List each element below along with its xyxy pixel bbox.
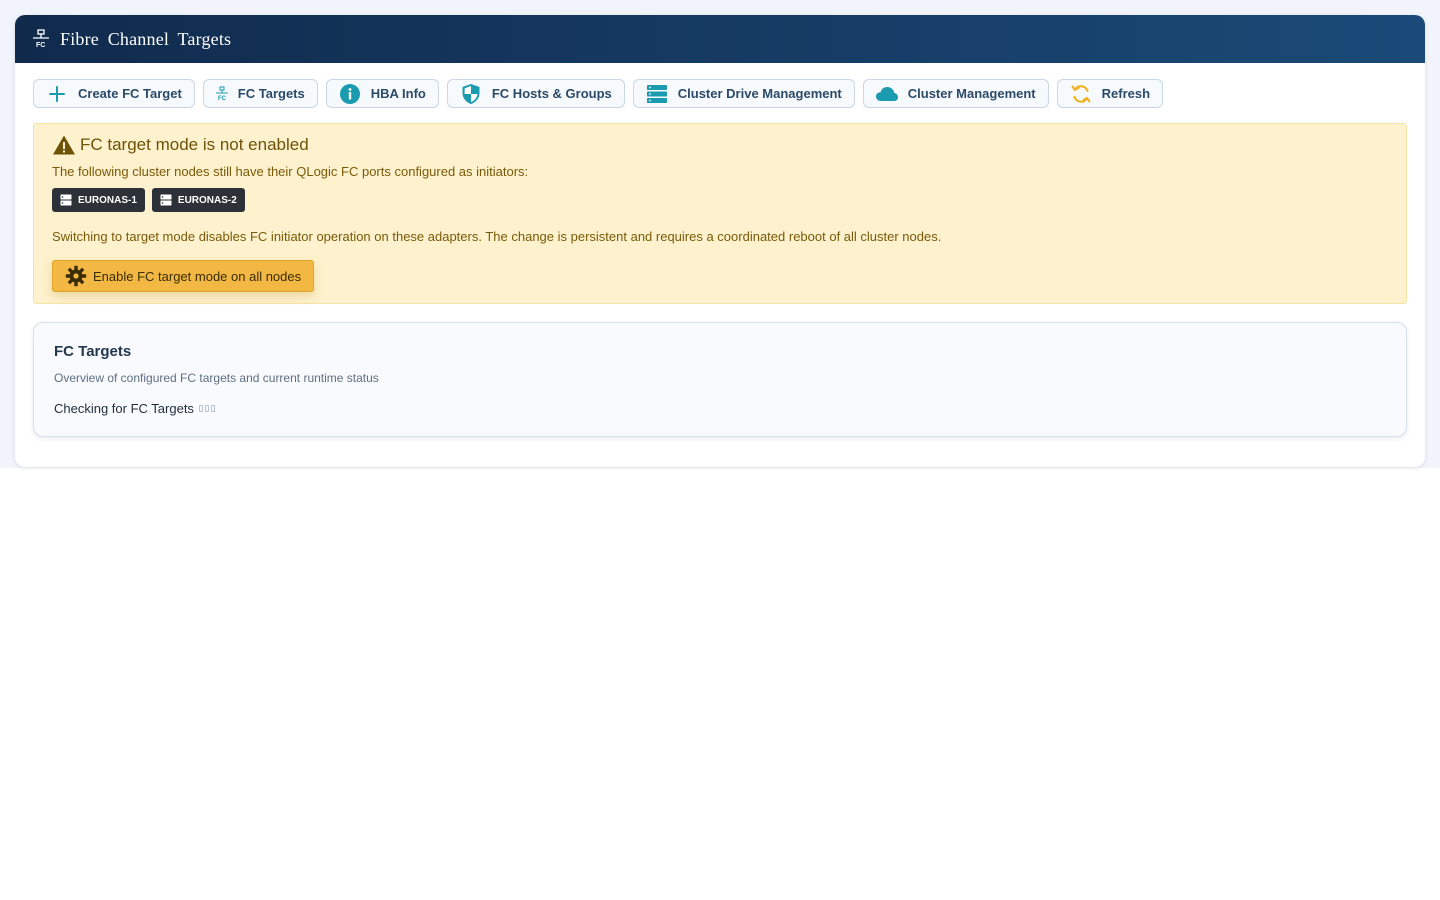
fc-targets-label: FC Targets: [237, 86, 305, 101]
info-circle-icon: [337, 83, 363, 105]
fc-network-icon: FC: [214, 83, 230, 105]
alert-description: The following cluster nodes still have t…: [52, 164, 529, 179]
server-icon: [160, 194, 172, 206]
cluster-drive-management-button[interactable]: Cluster Drive Management: [632, 79, 855, 108]
svg-text:FC: FC: [36, 42, 45, 49]
warning-alert: FC target mode is not enabled The follow…: [33, 123, 1407, 304]
create-fc-target-button[interactable]: Create FC Target: [33, 79, 195, 108]
node-badge: EURONAS-2: [151, 188, 245, 212]
node-badge-list: EURONAS-1 EURONAS-2: [52, 188, 245, 212]
card-subtitle: Overview of configured FC targets and cu…: [54, 371, 379, 385]
svg-text:FC: FC: [218, 96, 227, 102]
plus-icon: [44, 83, 70, 105]
node-badge-label: EURONAS-2: [177, 194, 237, 206]
gear-icon: [65, 265, 87, 287]
hba-info-button[interactable]: HBA Info: [325, 79, 439, 108]
toolbar: Create FC Target FC FC Targets HBA Info …: [33, 79, 1164, 108]
create-fc-target-label: Create FC Target: [78, 86, 182, 101]
node-badge-label: EURONAS-1: [78, 194, 137, 206]
fc-targets-card: FC Targets Overview of configured FC tar…: [33, 322, 1407, 437]
alert-title: FC target mode is not enabled: [52, 134, 309, 156]
warning-triangle-icon: [52, 134, 76, 156]
refresh-button[interactable]: Refresh: [1056, 79, 1164, 108]
server-stack-icon: [644, 83, 670, 105]
hba-info-label: HBA Info: [370, 86, 426, 101]
cluster-management-button[interactable]: Cluster Management: [862, 79, 1049, 108]
alert-warning-note: Switching to target mode disables FC ini…: [52, 229, 942, 244]
server-icon: [60, 194, 72, 206]
refresh-label: Refresh: [1101, 86, 1151, 101]
loading-spinner-icon: [198, 405, 215, 412]
card-title: FC Targets: [54, 343, 132, 360]
refresh-icon: [1068, 83, 1094, 105]
fc-network-icon: FC: [32, 29, 50, 49]
enable-target-mode-button[interactable]: Enable FC target mode on all nodes: [52, 260, 315, 292]
enable-target-mode-label: Enable FC target mode on all nodes: [93, 268, 302, 284]
fc-hosts-groups-label: FC Hosts & Groups: [491, 86, 612, 101]
loading-status-text: Checking for FC Targets: [54, 401, 194, 416]
loading-status: Checking for FC Targets: [54, 401, 215, 416]
cluster-drive-management-label: Cluster Drive Management: [677, 86, 842, 101]
shield-icon: [458, 83, 484, 105]
alert-title-text: FC target mode is not enabled: [80, 135, 309, 154]
page-title: Fibre Channel Targets: [60, 28, 232, 49]
fc-hosts-groups-button[interactable]: FC Hosts & Groups: [446, 79, 625, 108]
fc-targets-button[interactable]: FC FC Targets: [202, 79, 318, 108]
app-window: FC Fibre Channel Targets Create FC Targe…: [15, 15, 1425, 467]
cloud-icon: [874, 83, 900, 105]
node-badge: EURONAS-1: [52, 188, 145, 212]
title-bar: FC Fibre Channel Targets: [15, 15, 1425, 63]
cluster-management-label: Cluster Management: [907, 86, 1036, 101]
